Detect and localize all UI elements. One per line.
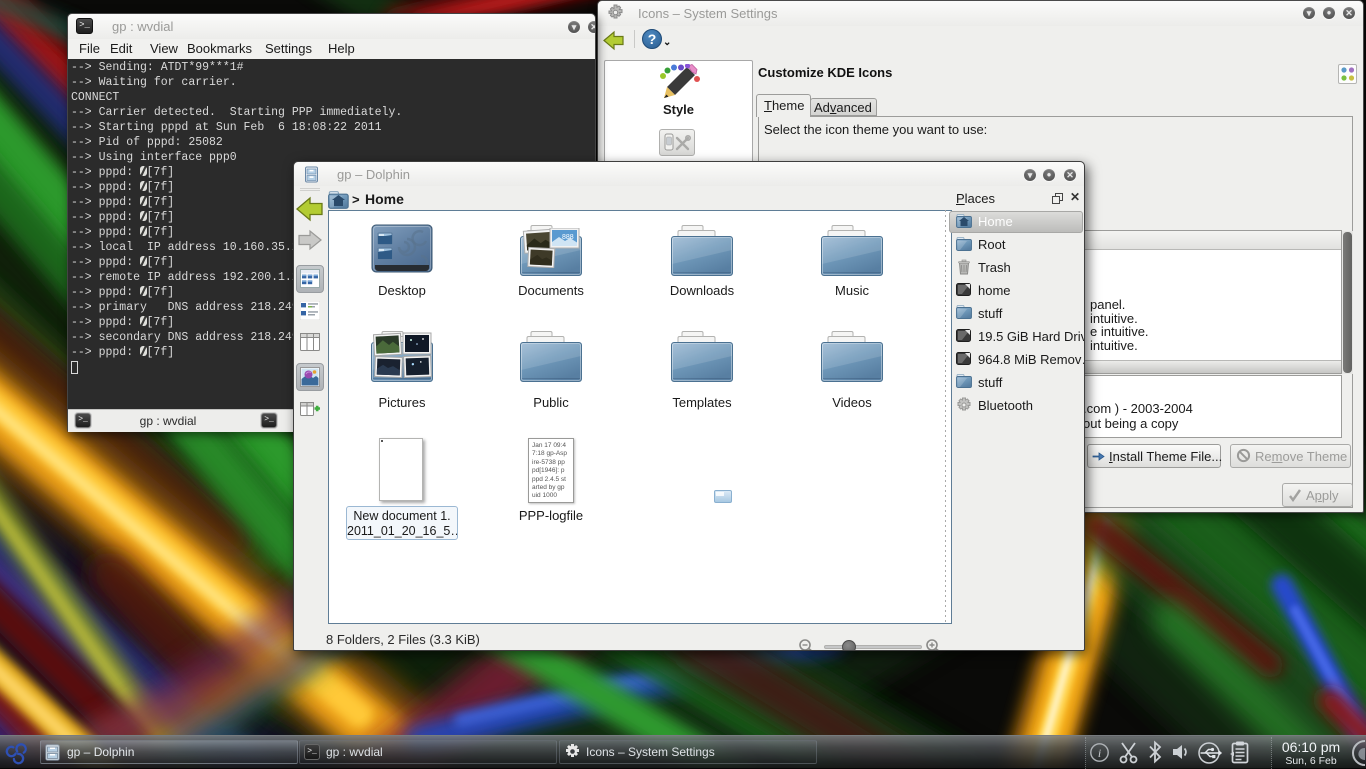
svg-text:i: i (1098, 746, 1101, 760)
svg-text:888: 888 (562, 234, 574, 241)
